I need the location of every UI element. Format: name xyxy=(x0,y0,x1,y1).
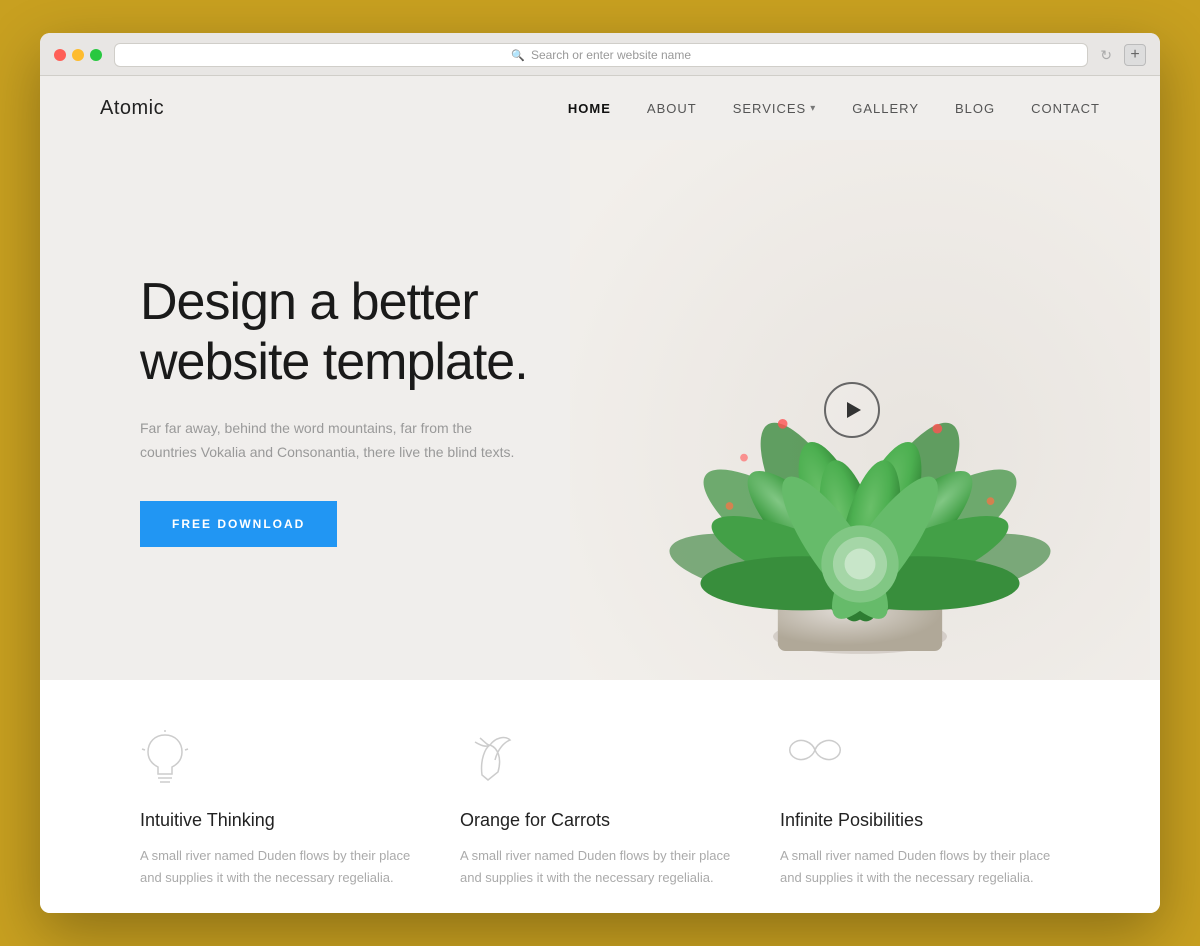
traffic-lights xyxy=(54,49,102,61)
feature-title-2: Orange for Carrots xyxy=(460,810,740,831)
play-icon xyxy=(847,402,861,418)
navigation: Atomic HOME ABOUT SERVICES ▾ GALLERY BLO… xyxy=(40,76,1160,140)
feature-text-1: A small river named Duden flows by their… xyxy=(140,845,420,889)
site-content: Atomic HOME ABOUT SERVICES ▾ GALLERY BLO… xyxy=(40,76,1160,913)
hero-section: Design a better website template. Far fa… xyxy=(40,140,1160,680)
nav-gallery[interactable]: GALLERY xyxy=(852,101,919,116)
hero-title: Design a better website template. xyxy=(140,273,540,393)
chevron-down-icon: ▾ xyxy=(810,103,816,114)
hero-content: Design a better website template. Far fa… xyxy=(40,213,600,606)
close-button[interactable] xyxy=(54,49,66,61)
nav-blog[interactable]: BLOG xyxy=(955,101,995,116)
site-logo[interactable]: Atomic xyxy=(100,97,164,120)
url-bar[interactable]: 🔍 Search or enter website name xyxy=(114,43,1088,67)
minimize-button[interactable] xyxy=(72,49,84,61)
nav-contact[interactable]: CONTACT xyxy=(1031,101,1100,116)
nav-services[interactable]: SERVICES ▾ xyxy=(733,101,817,116)
free-download-button[interactable]: FREE DOWNLOAD xyxy=(140,501,337,547)
nav-links: HOME ABOUT SERVICES ▾ GALLERY BLOG CONTA… xyxy=(568,101,1100,116)
feature-item-1: Intuitive Thinking A small river named D… xyxy=(140,730,460,889)
new-tab-button[interactable]: + xyxy=(1124,44,1146,66)
feature-item-3: Infinite Posibilities A small river name… xyxy=(780,730,1100,889)
feature-text-3: A small river named Duden flows by their… xyxy=(780,845,1060,889)
fullscreen-button[interactable] xyxy=(90,49,102,61)
feature-title-1: Intuitive Thinking xyxy=(140,810,420,831)
features-section: Intuitive Thinking A small river named D… xyxy=(40,680,1160,913)
url-text: Search or enter website name xyxy=(531,48,691,62)
infinity-icon xyxy=(780,730,840,790)
carrot-icon xyxy=(460,730,520,790)
feature-title-3: Infinite Posibilities xyxy=(780,810,1060,831)
hero-subtitle: Far far away, behind the word mountains,… xyxy=(140,417,520,465)
play-button[interactable] xyxy=(824,382,880,438)
reload-button[interactable]: ↻ xyxy=(1100,47,1112,64)
search-icon: 🔍 xyxy=(511,49,525,62)
feature-text-2: A small river named Duden flows by their… xyxy=(460,845,740,889)
browser-window: 🔍 Search or enter website name ↻ + Atomi… xyxy=(40,33,1160,913)
browser-chrome: 🔍 Search or enter website name ↻ + xyxy=(40,33,1160,76)
lightbulb-icon xyxy=(140,730,200,790)
feature-item-2: Orange for Carrots A small river named D… xyxy=(460,730,780,889)
nav-about[interactable]: ABOUT xyxy=(647,101,697,116)
nav-home[interactable]: HOME xyxy=(568,101,611,116)
